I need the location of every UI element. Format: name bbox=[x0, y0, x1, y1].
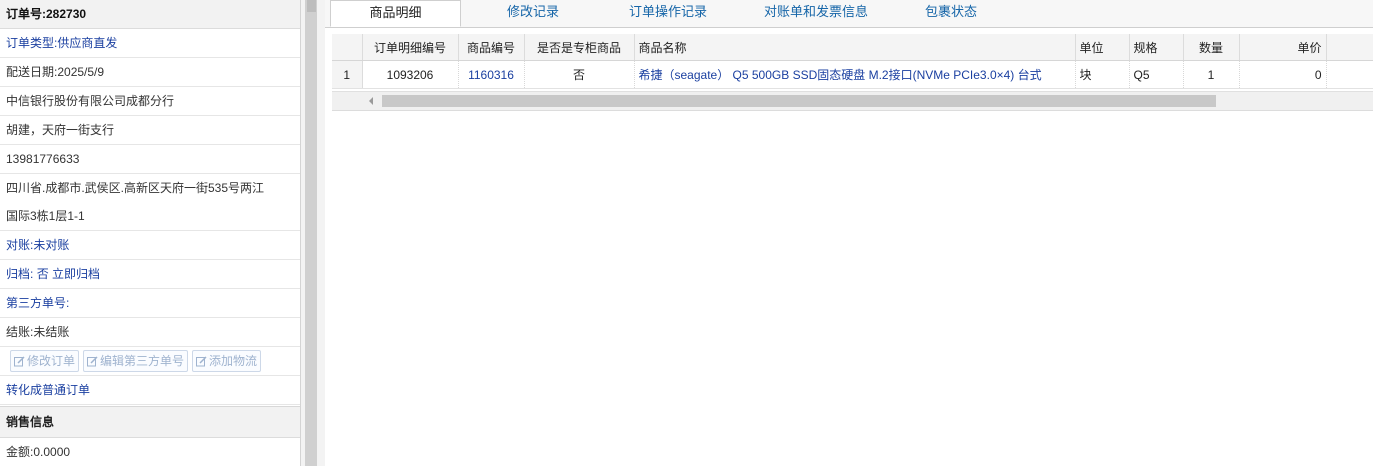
spec-cell: Q5 bbox=[1129, 60, 1184, 89]
edit-icon bbox=[196, 355, 207, 366]
unit-cell: 块 bbox=[1075, 60, 1130, 89]
tab-package-status[interactable]: 包裹状态 bbox=[903, 0, 999, 27]
horizontal-scrollbar[interactable] bbox=[332, 91, 1373, 111]
amount-label: 金额: bbox=[6, 445, 34, 459]
counter-product-cell: 否 bbox=[524, 60, 635, 89]
column-header[interactable]: 单位 bbox=[1075, 34, 1130, 61]
product-id-link[interactable]: 1160316 bbox=[458, 60, 525, 89]
edit-third-party-label: 编辑第三方单号 bbox=[100, 354, 185, 368]
column-header[interactable]: 商品名称 bbox=[634, 34, 1076, 61]
empty-cell bbox=[1326, 60, 1373, 89]
column-header[interactable]: 订单明细编号 bbox=[362, 34, 459, 61]
delivery-address: 四川省.成都市.武侯区.高新区天府一街535号两江 国际3栋1层1-1 bbox=[0, 174, 300, 231]
reconciliation-value: 未对账 bbox=[33, 238, 70, 252]
order-number-header: 订单号:282730 bbox=[0, 0, 300, 29]
product-name-link[interactable]: 希捷（seagate） Q5 500GB SSD固态硬盘 M.2接口(NVMe … bbox=[634, 60, 1076, 89]
scrollbar-thumb[interactable] bbox=[307, 0, 316, 12]
vertical-scrollbar[interactable] bbox=[305, 0, 317, 466]
delivery-date-label: 配送日期: bbox=[6, 65, 58, 79]
scrollbar-thumb[interactable] bbox=[382, 95, 1216, 107]
address-line-2: 国际3栋1层1-1 bbox=[6, 209, 85, 223]
add-logistics-button[interactable]: 添加物流 bbox=[192, 350, 262, 372]
row-number: 1 bbox=[332, 60, 363, 89]
archive-label: 归档: bbox=[6, 267, 34, 281]
edit-icon bbox=[14, 355, 25, 366]
order-number-value: 282730 bbox=[46, 7, 87, 21]
arrow-left-icon[interactable] bbox=[369, 97, 373, 105]
tab-order-operation-log[interactable]: 订单操作记录 bbox=[608, 0, 728, 27]
delivery-date-value: 2025/5/9 bbox=[57, 65, 105, 79]
add-logistics-label: 添加物流 bbox=[209, 354, 258, 368]
product-grid: 订单明细编号 商品编号 是否是专柜商品 商品名称 单位 规格 数量 单价 1 1… bbox=[332, 34, 1373, 89]
tab-statement-invoice[interactable]: 对账单和发票信息 bbox=[743, 0, 889, 27]
edit-order-button[interactable]: 修改订单 bbox=[10, 350, 80, 372]
settlement-value: 未结账 bbox=[33, 325, 70, 339]
settlement-row: 结账:未结账 bbox=[0, 318, 300, 347]
order-type-value: 供应商直发 bbox=[57, 36, 118, 50]
table-row[interactable]: 1 1093206 1160316 否 希捷（seagate） Q5 500GB… bbox=[332, 60, 1373, 89]
edit-third-party-button[interactable]: 编辑第三方单号 bbox=[83, 350, 189, 372]
grid-header-row: 订单明细编号 商品编号 是否是专柜商品 商品名称 单位 规格 数量 单价 bbox=[332, 34, 1373, 61]
order-info-panel: 订单号:282730 订单类型:供应商直发 配送日期:2025/5/9 中信银行… bbox=[0, 0, 301, 466]
settlement-label: 结账: bbox=[6, 325, 34, 339]
tab-product-details[interactable]: 商品明细 bbox=[330, 0, 461, 27]
amount-value: 0.0000 bbox=[33, 445, 71, 459]
detail-panel: 商品明细 修改记录 订单操作记录 对账单和发票信息 包裹状态 订单明细编号 商品… bbox=[325, 0, 1373, 466]
column-header[interactable]: 数量 bbox=[1183, 34, 1240, 61]
order-type-label: 订单类型: bbox=[6, 36, 58, 50]
edit-order-label: 修改订单 bbox=[27, 354, 76, 368]
order-type-row: 订单类型:供应商直发 bbox=[0, 29, 300, 58]
quantity-cell: 1 bbox=[1183, 60, 1240, 89]
column-header[interactable]: 是否是专柜商品 bbox=[524, 34, 635, 61]
rownum-header bbox=[332, 34, 363, 61]
third-party-row: 第三方单号: bbox=[0, 289, 300, 318]
column-header[interactable]: 单价 bbox=[1239, 34, 1327, 61]
tab-bar: 商品明细 修改记录 订单操作记录 对账单和发票信息 包裹状态 bbox=[325, 0, 1373, 28]
edit-icon bbox=[87, 355, 98, 366]
customer-name: 中信银行股份有限公司成都分行 bbox=[0, 87, 300, 116]
reconciliation-label: 对账: bbox=[6, 238, 34, 252]
unit-price-cell: 0 bbox=[1239, 60, 1327, 89]
detail-id-cell: 1093206 bbox=[362, 60, 459, 89]
sales-info-section-title: 销售信息 bbox=[0, 406, 300, 438]
tab-change-log[interactable]: 修改记录 bbox=[485, 0, 581, 27]
panel-splitter[interactable] bbox=[301, 0, 325, 466]
delivery-date-row: 配送日期:2025/5/9 bbox=[0, 58, 300, 87]
convert-to-normal-order-link[interactable]: 转化成普通订单 bbox=[0, 376, 300, 405]
contact-phone: 13981776633 bbox=[0, 145, 300, 174]
archive-row: 归档: 否 立即归档 bbox=[0, 260, 300, 289]
column-header-empty bbox=[1326, 34, 1373, 61]
contact-person: 胡建，天府一街支行 bbox=[0, 116, 300, 145]
reconciliation-row: 对账:未对账 bbox=[0, 231, 300, 260]
archive-now-link[interactable]: 否 立即归档 bbox=[37, 267, 100, 281]
order-number-label: 订单号: bbox=[6, 7, 46, 21]
order-action-buttons: 修改订单 编辑第三方单号 添加物流 bbox=[0, 347, 300, 376]
third-party-label: 第三方单号: bbox=[6, 296, 70, 310]
address-line-1: 四川省.成都市.武侯区.高新区天府一街535号两江 bbox=[6, 181, 265, 195]
amount-row: 金额:0.0000 bbox=[0, 438, 300, 466]
column-header[interactable]: 规格 bbox=[1129, 34, 1184, 61]
column-header[interactable]: 商品编号 bbox=[458, 34, 525, 61]
